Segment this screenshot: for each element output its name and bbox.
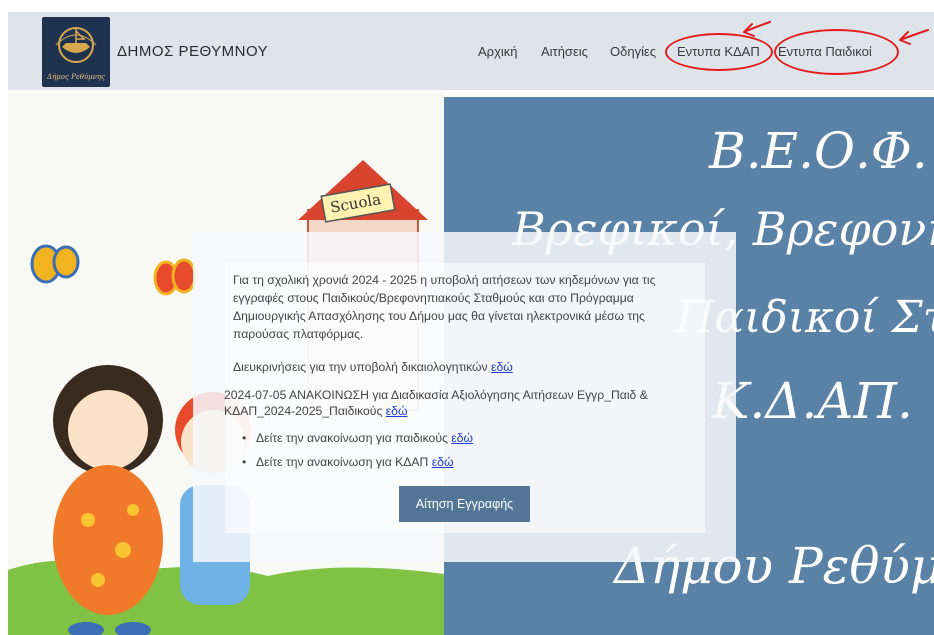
annotation-arrow-icon (899, 29, 929, 45)
announcement-link[interactable]: εδώ (386, 404, 408, 418)
clarifications-label: Διευκρινήσεις για την υποβολή δικαιολογη… (233, 360, 488, 374)
nav-instructions[interactable]: Οδηγίες (610, 44, 656, 59)
bullet-kids-label: Δείτε την ανακοίνωση για παιδικούς (256, 431, 448, 445)
list-item: Δείτε την ανακοίνωση για ΚΔΑΠ εδώ (242, 455, 453, 469)
clarifications-link[interactable]: εδώ (491, 360, 513, 374)
annotation-arrow-icon (743, 21, 771, 37)
apply-registration-button[interactable]: Αίτηση Εγγραφής (399, 486, 530, 522)
list-item: Δείτε την ανακοίνωση για παιδικούς εδώ (242, 431, 473, 445)
logo-caption: Δήμος Ρεθύμνης (46, 73, 105, 81)
nav-forms-kdap[interactable]: Εντυπα ΚΔΑΠ (677, 44, 760, 59)
municipality-logo[interactable]: Δήμος Ρεθύμνης (42, 17, 110, 87)
hero-line-1: Β.Ε.Ο.Φ. (709, 122, 928, 180)
nav-home[interactable]: Αρχική (478, 44, 518, 59)
bullet-kids-link[interactable]: εδώ (451, 431, 473, 445)
site-title[interactable]: ΔΗΜΟΣ ΡΕΘΥΜΝΟΥ (117, 43, 268, 60)
announcement-label: 2024-07-05 ΑΝΑΚΟΙΝΩΣΗ για Διαδικασία Αξι… (224, 388, 648, 418)
intro-text: Για τη σχολική χρονιά 2024 - 2025 η υποβ… (233, 273, 656, 341)
announcement-text: 2024-07-05 ΑΝΑΚΟΙΝΩΣΗ για Διαδικασία Αξι… (224, 387, 709, 419)
nav-forms-nurseries[interactable]: Εντυπα Παιδικοί (778, 44, 872, 59)
bullet-kdap-link[interactable]: εδώ (432, 455, 454, 469)
bullet-kdap-label: Δείτε την ανακοίνωση για ΚΔΑΠ (256, 455, 429, 469)
clarifications-text: Διευκρινήσεις για την υποβολή δικαιολογη… (233, 360, 513, 374)
nav-applications[interactable]: Αιτήσεις (541, 44, 588, 59)
hero-line-4: Κ.Δ.ΑΠ. (712, 372, 913, 430)
